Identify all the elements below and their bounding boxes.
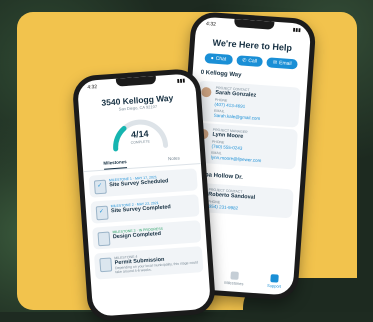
battery-icon: ▮▮▮ [176,77,186,85]
contact-card[interactable]: PROJECT CONTACT Sarah Gonzalez PHONE (40… [195,80,301,128]
status-time: 4:32 [205,21,217,28]
milestone-item[interactable]: MILESTONE 3 · IN PROGRESS Design Complet… [92,220,202,250]
design-icon [97,231,111,247]
call-button[interactable]: ✆ Call [235,55,264,68]
tab-milestones[interactable]: Milestones [103,157,128,170]
avatar [201,86,212,98]
milestone-item[interactable]: MILESTONE 4 Permit Submission Depending … [93,246,204,280]
milestone-item[interactable]: ✓ MILESTONE 2 · MAY 23, 2021 Site Survey… [90,194,200,224]
permit-icon [99,257,113,273]
contact-card[interactable]: PROJECT MANAGER Lynn Moore PHONE (760) 5… [192,122,298,170]
chat-button[interactable]: ● Chat [204,52,233,65]
chat-icon: ● [210,55,214,62]
progress-gauge: 4/14 COMPLETE [108,114,172,152]
support-title: We're Here to Help [212,37,293,54]
status-time: 4:32 [87,84,98,91]
project-phone: 4:32 ▮▮▮ 3540 Kellogg Way San Diego, CA … [71,67,217,322]
phone-icon: ✆ [241,57,247,64]
nav-milestones[interactable]: Milestones [224,271,244,286]
check-icon: ✓ [97,182,103,190]
milestones-icon [230,271,239,280]
tab-notes[interactable]: Notes [168,153,181,165]
support-icon [270,274,279,283]
battery-icon: ▮▮▮ [292,27,302,34]
check-icon: ✓ [98,208,105,216]
mail-icon: ✉ [272,59,278,67]
milestone-item[interactable]: ✓ MILESTONE 1 · MAY 17, 2021 Site Survey… [88,168,198,198]
email-button[interactable]: ✉ Email [266,57,298,70]
nav-support[interactable]: Support [267,274,282,289]
